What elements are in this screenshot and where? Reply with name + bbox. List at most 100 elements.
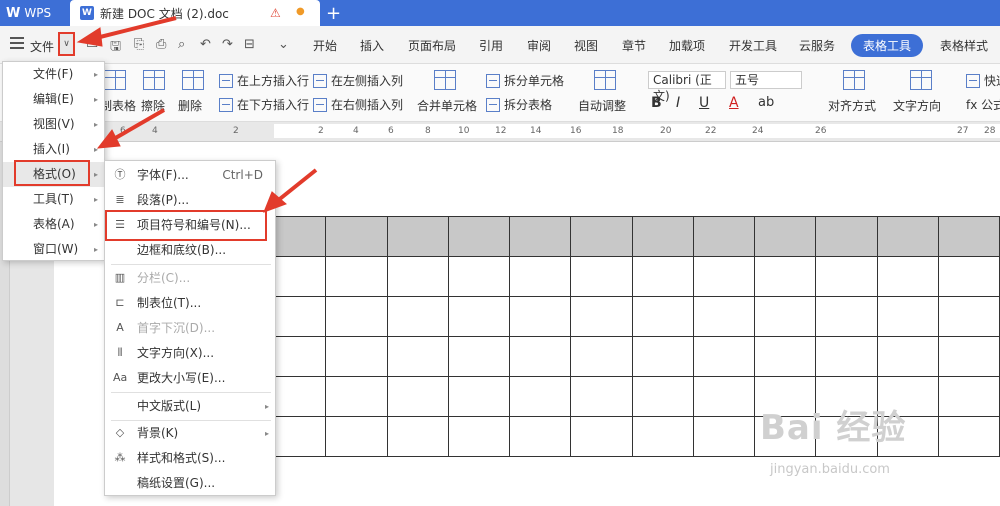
document-title: 新建 DOC 文档 (2).doc bbox=[100, 6, 229, 21]
submenu-item-font[interactable]: Ⓣ 字体(F)... Ctrl+D bbox=[105, 163, 277, 188]
chevron-down-icon: ∨ bbox=[63, 39, 70, 49]
tab-cloud[interactable]: 云服务 bbox=[799, 37, 835, 54]
new-doc-icon[interactable]: ▭ bbox=[86, 37, 98, 52]
submenu-item-chinese-layout[interactable]: 中文版式(L) ▸ bbox=[105, 394, 277, 419]
format-painter-icon[interactable]: ⎘ bbox=[134, 37, 144, 52]
eraser-button[interactable]: 擦除 bbox=[141, 97, 165, 114]
ruler-tick: 20 bbox=[660, 126, 672, 136]
submenu-item-change-case[interactable]: Aa 更改大小写(E)... bbox=[105, 366, 277, 391]
menu-item-window[interactable]: 窗口(W) ▸ bbox=[3, 237, 106, 262]
text-direction-button[interactable]: 文字方向 bbox=[893, 97, 941, 114]
submenu-item-text-direction[interactable]: ⫴ 文字方向(X)... bbox=[105, 341, 277, 366]
bullets-highlight-box bbox=[105, 210, 267, 241]
change-case-icon: Aa bbox=[113, 371, 128, 384]
italic-button[interactable]: I bbox=[676, 95, 680, 111]
submenu-item-styles[interactable]: ⁂ 样式和格式(S)... bbox=[105, 446, 277, 471]
insert-col-left-button[interactable]: 在左侧插入列 bbox=[313, 72, 403, 89]
unsaved-dot-icon: ● bbox=[296, 6, 305, 17]
menu-item-edit[interactable]: 编辑(E) ▸ bbox=[3, 87, 106, 112]
tab-review[interactable]: 审阅 bbox=[527, 37, 551, 54]
chevron-right-icon: ▸ bbox=[264, 402, 269, 411]
wps-logo-icon: W bbox=[6, 5, 21, 21]
insert-col-left-icon bbox=[313, 73, 327, 88]
tab-addins[interactable]: 加载项 bbox=[669, 37, 705, 54]
submenu-item-label: 文字方向(X)... bbox=[137, 346, 215, 360]
tab-section[interactable]: 章节 bbox=[622, 37, 646, 54]
char-shading-button[interactable]: ab bbox=[758, 95, 774, 110]
redo-icon[interactable]: ↷ bbox=[222, 37, 233, 52]
shortcut-label: Ctrl+D bbox=[222, 168, 263, 182]
split-cells-button[interactable]: 拆分单元格 bbox=[486, 72, 564, 89]
submenu-item-label: 中文版式(L) bbox=[137, 399, 202, 413]
font-family-select[interactable]: Calibri (正文) bbox=[648, 71, 726, 103]
menu-item-label: 文件(F) bbox=[33, 67, 74, 81]
insert-col-right-button[interactable]: 在右侧插入列 bbox=[313, 96, 403, 113]
print-preview-icon[interactable]: ⌕ bbox=[178, 37, 185, 52]
tab-stop-icon: ⊏ bbox=[115, 296, 125, 309]
menu-item-file[interactable]: 文件(F) ▸ bbox=[3, 62, 106, 87]
ruler-tick: 6 bbox=[120, 126, 126, 136]
insert-row-above-button[interactable]: 在上方插入行 bbox=[219, 72, 309, 89]
bold-button[interactable]: B bbox=[651, 95, 662, 111]
formula-button[interactable]: fx 公式 bbox=[966, 96, 1000, 113]
print-icon[interactable]: ⎙ bbox=[156, 37, 166, 52]
hamburger-menu-icon[interactable] bbox=[10, 37, 24, 49]
tab-start[interactable]: 开始 bbox=[313, 37, 337, 54]
underline-button[interactable]: U bbox=[699, 95, 709, 111]
insert-col-right-icon bbox=[313, 97, 327, 112]
submenu-item-label: 分栏(C)... bbox=[137, 271, 191, 285]
auto-adjust-button[interactable]: 自动调整 bbox=[578, 97, 626, 114]
file-menu[interactable]: 文件 bbox=[30, 38, 54, 55]
menu-item-table[interactable]: 表格(A) ▸ bbox=[3, 212, 106, 237]
wps-home-tab[interactable]: W WPS bbox=[0, 0, 70, 26]
tab-developer[interactable]: 开发工具 bbox=[729, 37, 777, 54]
menu-item-label: 窗口(W) bbox=[33, 242, 79, 256]
ruler-tick: 2 bbox=[318, 126, 324, 136]
undo-icon[interactable]: ↶ bbox=[200, 37, 211, 52]
tab-references[interactable]: 引用 bbox=[479, 37, 503, 54]
save-icon[interactable]: 🖫 bbox=[110, 37, 121, 59]
more-chevron-icon[interactable]: ⌄ bbox=[278, 37, 289, 52]
menu-item-label: 工具(T) bbox=[33, 192, 74, 206]
submenu-item-background[interactable]: ◇ 背景(K) ▸ bbox=[105, 421, 277, 446]
tab-view[interactable]: 视图 bbox=[574, 37, 598, 54]
font-size-select[interactable]: 五号 bbox=[730, 71, 802, 89]
tab-page-layout[interactable]: 页面布局 bbox=[408, 37, 456, 54]
chevron-right-icon: ▸ bbox=[93, 120, 98, 129]
font-color-button[interactable]: A bbox=[729, 95, 739, 111]
tab-insert[interactable]: 插入 bbox=[360, 37, 384, 54]
table-row bbox=[263, 256, 1000, 297]
ruler-tick: 24 bbox=[752, 126, 764, 136]
merge-cells-button[interactable]: 合并单元格 bbox=[417, 97, 477, 114]
menu-item-view[interactable]: 视图(V) ▸ bbox=[3, 112, 106, 137]
ruler-tick: 2 bbox=[233, 126, 239, 136]
file-dropdown-button[interactable]: ∨ bbox=[58, 32, 75, 56]
split-table-button[interactable]: 拆分表格 bbox=[486, 96, 552, 113]
submenu-item-borders-shading[interactable]: 边框和底纹(B)... bbox=[105, 238, 277, 263]
new-tab-plus-icon[interactable]: + bbox=[326, 3, 341, 24]
insert-row-below-label: 在下方插入行 bbox=[237, 98, 310, 112]
quick-calc-button[interactable]: 快速 bbox=[966, 72, 1000, 89]
draw-table-icon bbox=[104, 70, 126, 90]
chevron-right-icon: ▸ bbox=[93, 170, 98, 179]
delete-button[interactable]: 删除 bbox=[178, 97, 202, 114]
submenu-item-tab-stops[interactable]: ⊏ 制表位(T)... bbox=[105, 291, 277, 316]
submenu-item-label: 更改大小写(E)... bbox=[137, 371, 226, 385]
warning-icon[interactable]: ⚠ bbox=[270, 6, 281, 20]
menu-separator bbox=[111, 264, 271, 265]
export-icon[interactable]: ⊟ bbox=[244, 37, 255, 52]
submenu-item-manuscript[interactable]: 稿纸设置(G)... bbox=[105, 471, 277, 496]
tab-table-style[interactable]: 表格样式 bbox=[940, 37, 988, 54]
menu-item-insert[interactable]: 插入(I) ▸ bbox=[3, 137, 106, 162]
menu-item-tools[interactable]: 工具(T) ▸ bbox=[3, 187, 106, 212]
ruler-tick: 12 bbox=[495, 126, 507, 136]
wps-tab-label: WPS bbox=[24, 6, 52, 20]
document-tab[interactable]: W 新建 DOC 文档 (2).doc ⚠ ● bbox=[70, 0, 320, 26]
menu-bar: 文件 ∨ ▭ 🖫 ⎘ ⎙ ⌕ ↶ ↷ ⊟ ⌄ 开始 插入 页面布局 引用 审阅 … bbox=[0, 26, 1000, 64]
chevron-right-icon: ▸ bbox=[93, 245, 98, 254]
ruler-tick: 16 bbox=[570, 126, 582, 136]
tab-table-tools[interactable]: 表格工具 bbox=[851, 34, 924, 57]
align-button[interactable]: 对齐方式 bbox=[828, 97, 876, 114]
insert-row-below-button[interactable]: 在下方插入行 bbox=[219, 96, 309, 113]
paragraph-icon: ≣ bbox=[115, 193, 125, 206]
